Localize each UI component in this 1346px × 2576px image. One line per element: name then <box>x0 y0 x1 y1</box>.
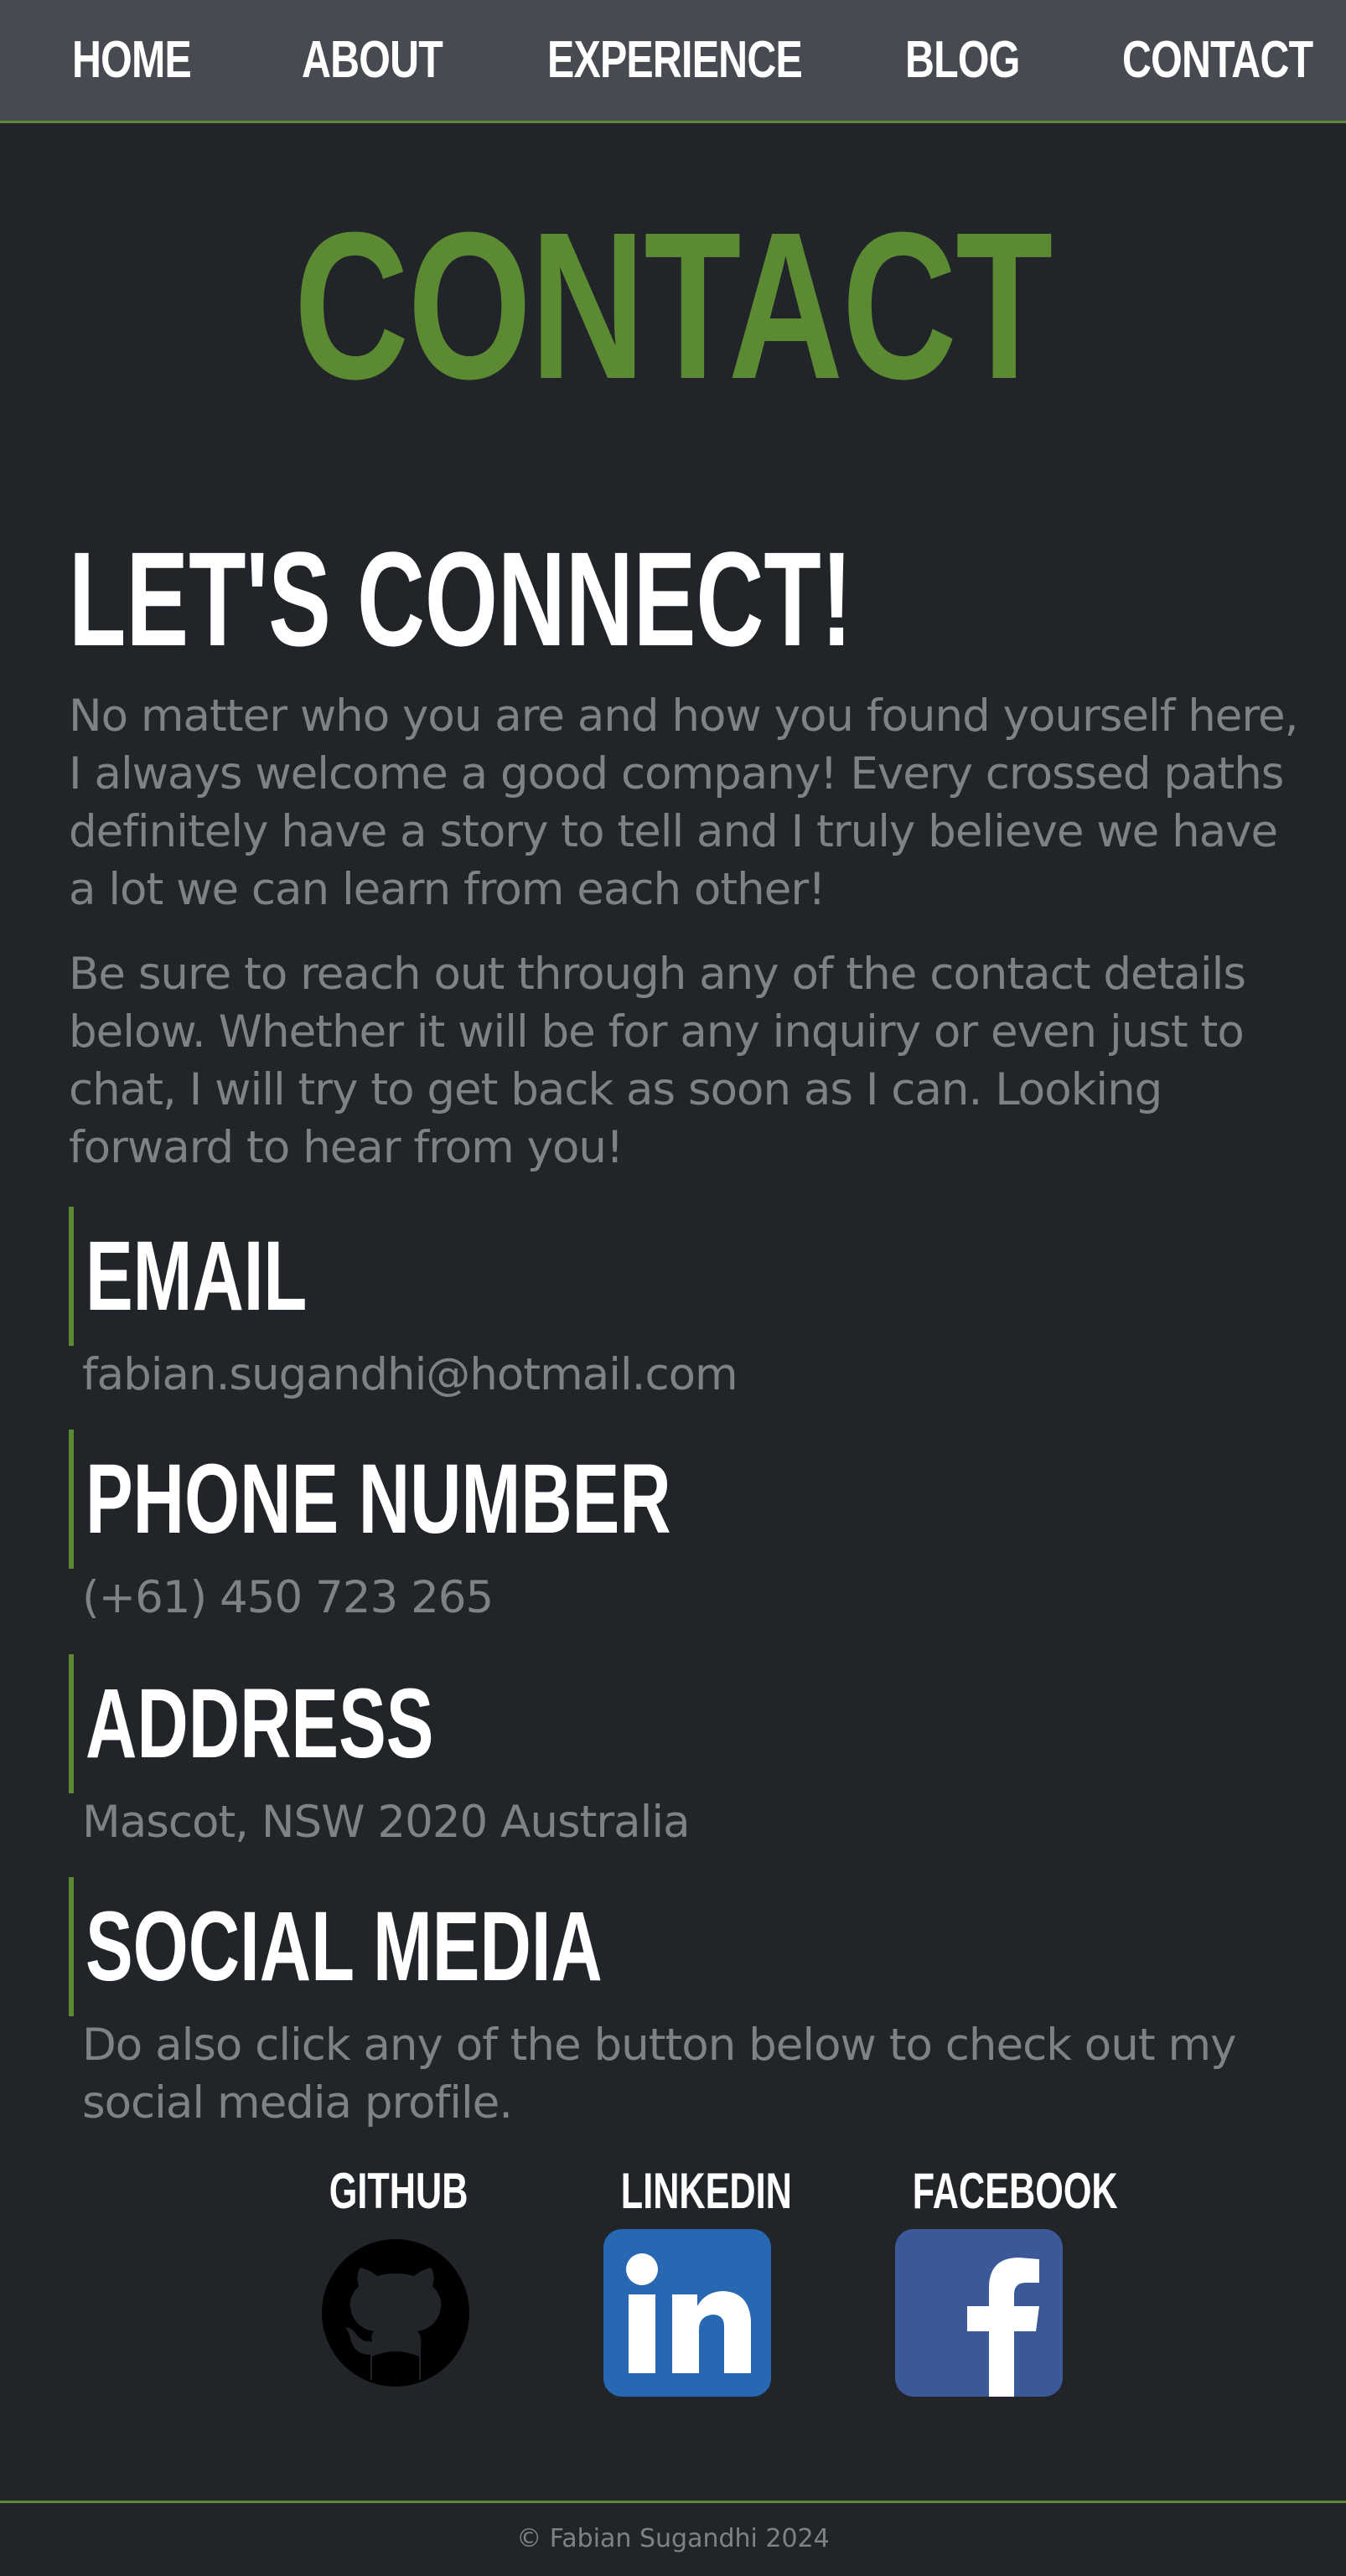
facebook-label: FACEBOOK <box>912 2163 1118 2219</box>
social-accent-bar <box>69 1877 74 2016</box>
footer-divider <box>0 2501 1346 2503</box>
github-icon[interactable] <box>312 2229 479 2397</box>
email-accent-bar <box>69 1207 74 1346</box>
address-heading: ADDRESS <box>85 1668 434 1779</box>
nav-item-home[interactable]: HOME <box>72 18 192 102</box>
email-heading: EMAIL <box>85 1221 308 1332</box>
phone-heading: PHONE NUMBER <box>85 1444 671 1554</box>
intro-paragraph-1: No matter who you are and how you found … <box>69 691 1299 915</box>
nav-item-blog[interactable]: BLOG <box>905 18 1020 102</box>
linkedin-icon[interactable] <box>603 2229 771 2397</box>
github-link[interactable]: GITHUB <box>303 2162 488 2387</box>
page-title: CONTACT <box>0 201 1346 411</box>
intro-paragraph-2: Be sure to reach out through any of the … <box>69 949 1246 1173</box>
page-title-text: CONTACT <box>293 189 1054 422</box>
address-value: Mascot, NSW 2020 Australia <box>82 1797 691 1848</box>
phone-value[interactable]: (+61) 450 723 265 <box>82 1569 494 1627</box>
linkedin-link[interactable]: LINKEDIN <box>595 2162 792 2397</box>
github-label: GITHUB <box>329 2163 469 2219</box>
social-text: Do also click any of the button below to… <box>82 2020 1236 2129</box>
lets-connect-heading: LET'S CONNECT! <box>69 524 853 674</box>
linkedin-label: LINKEDIN <box>620 2163 792 2219</box>
phone-accent-bar <box>69 1430 74 1569</box>
facebook-icon[interactable] <box>895 2229 1063 2397</box>
nav-item-about[interactable]: ABOUT <box>302 18 443 102</box>
nav-item-experience[interactable]: EXPERIENCE <box>547 18 803 102</box>
top-nav: HOME ABOUT EXPERIENCE BLOG CONTACT <box>0 0 1346 123</box>
facebook-link[interactable]: FACEBOOK <box>887 2162 1118 2397</box>
social-heading: SOCIAL MEDIA <box>85 1891 603 2002</box>
nav-item-contact[interactable]: CONTACT <box>1122 18 1313 102</box>
address-accent-bar <box>69 1654 74 1793</box>
footer-copyright: © Fabian Sugandhi 2024 <box>516 2524 830 2553</box>
email-value[interactable]: fabian.sugandhi@hotmail.com <box>82 1346 738 1404</box>
